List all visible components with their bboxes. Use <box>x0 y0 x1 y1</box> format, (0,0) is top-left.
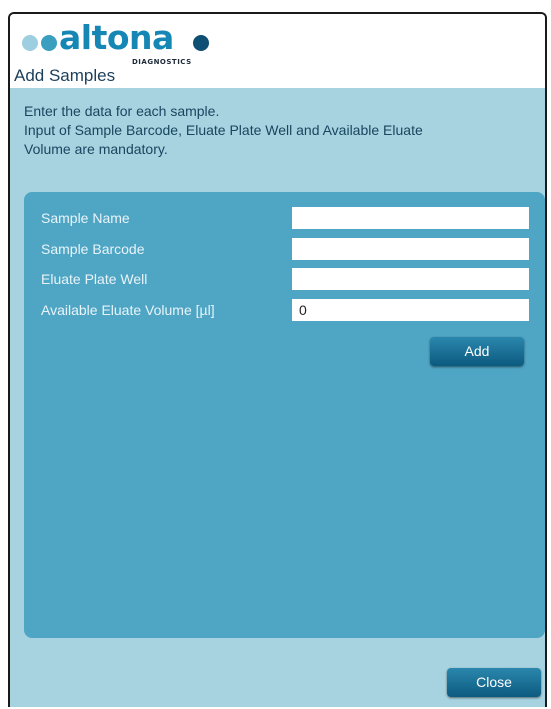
sample-name-input[interactable] <box>292 207 529 229</box>
available-eluate-volume-input[interactable] <box>292 299 529 321</box>
logo-sub-text: DIAGNOSTICS <box>132 58 192 66</box>
sample-name-label: Sample Name <box>41 210 130 226</box>
sample-form-panel: Sample Name Sample Barcode Eluate Plate … <box>24 192 545 638</box>
available-eluate-volume-label: Available Eluate Volume [µl] <box>41 302 215 318</box>
logo-dot-light <box>22 35 38 51</box>
eluate-plate-well-input[interactable] <box>292 268 529 290</box>
sample-barcode-label: Sample Barcode <box>41 241 145 257</box>
close-button[interactable]: Close <box>447 668 541 697</box>
instructions-line-3: Volume are mandatory. <box>24 141 168 157</box>
sample-barcode-input[interactable] <box>292 238 529 260</box>
add-samples-dialog: altona DIAGNOSTICS Add Samples Enter the… <box>8 12 547 707</box>
eluate-plate-well-label: Eluate Plate Well <box>41 271 148 287</box>
instructions-line-1: Enter the data for each sample. <box>24 103 220 119</box>
dialog-title: Add Samples <box>14 66 116 85</box>
instructions-line-2: Input of Sample Barcode, Eluate Plate We… <box>24 122 423 138</box>
dialog-header: altona DIAGNOSTICS Add Samples <box>10 14 545 88</box>
sample-name-row: Sample Name <box>24 207 545 229</box>
logo-dot-mid <box>41 35 57 51</box>
eluate-plate-well-row: Eluate Plate Well <box>24 268 545 290</box>
logo-dot-dark <box>193 35 209 51</box>
instructions-text: Enter the data for each sample. Input of… <box>24 102 534 159</box>
available-eluate-volume-row: Available Eluate Volume [µl] <box>24 299 545 321</box>
add-button[interactable]: Add <box>430 337 524 366</box>
logo-brand-text: altona <box>59 18 174 57</box>
sample-barcode-row: Sample Barcode <box>24 238 545 260</box>
